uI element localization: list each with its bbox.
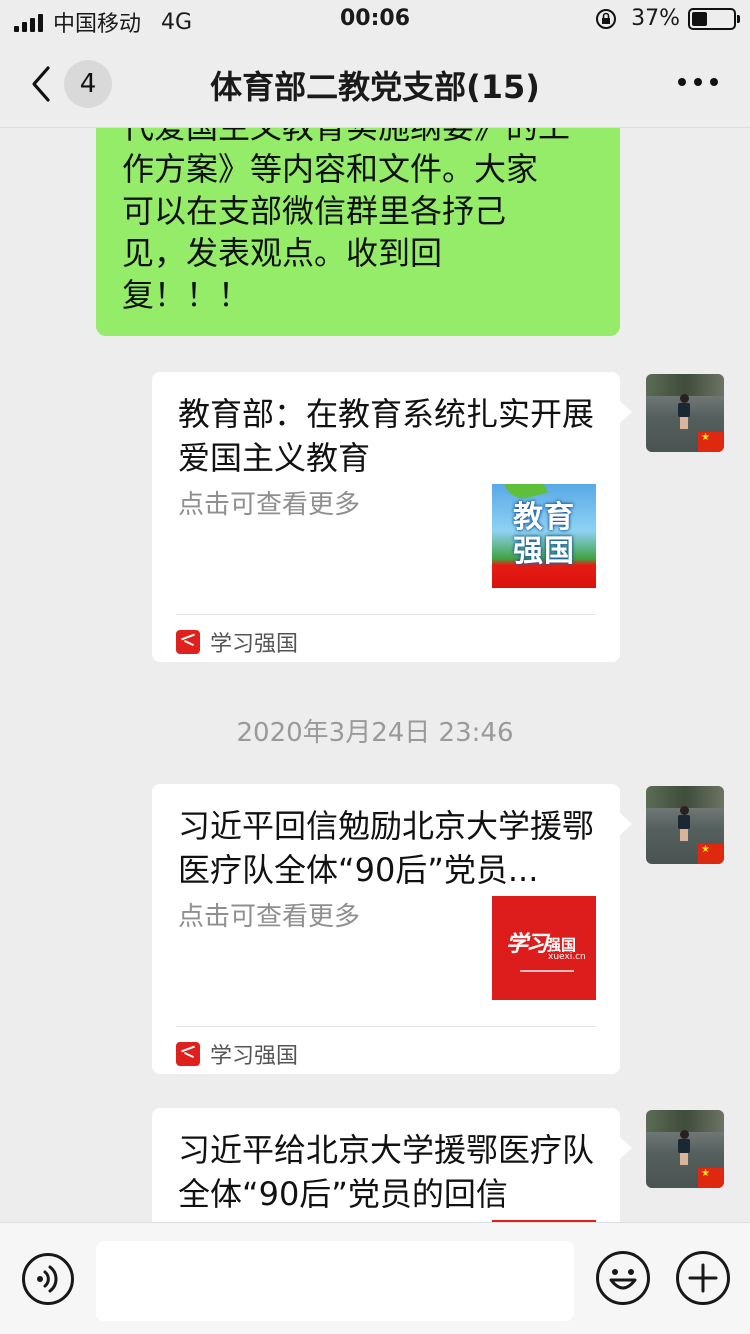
avatar[interactable] <box>646 786 724 864</box>
china-flag-icon <box>698 432 724 452</box>
sent-text-line: 可以在支部微信群里各抒己 <box>122 192 507 230</box>
unread-count-badge[interactable]: 4 <box>64 60 112 108</box>
china-flag-icon <box>698 1168 724 1188</box>
message-timestamp: 2020年3月24日 23:46 <box>236 718 514 748</box>
avatar[interactable] <box>646 1110 724 1188</box>
chat-title: 体育部二教党支部(15) <box>210 68 540 106</box>
sent-text-line: 见，发表观点。收到回 <box>122 234 443 272</box>
sent-text-bubble[interactable]: 代爱国主义教育实施纲要》的工 作方案》等内容和文件。大家 可以在支部微信群里各抒… <box>96 128 620 336</box>
avatar[interactable] <box>646 374 724 452</box>
message-input[interactable] <box>96 1241 574 1321</box>
emoji-button[interactable] <box>596 1251 650 1305</box>
emoji-icon <box>609 1269 637 1290</box>
thumbnail-text: 强国 <box>513 534 575 569</box>
card-description: 点击可查看更多 <box>178 490 361 520</box>
thumbnail-image: 教育 强国 <box>492 484 596 588</box>
xuexi-app-icon <box>176 630 200 654</box>
rotation-lock-icon <box>596 8 617 29</box>
thumbnail-logo-script: 学习 <box>506 932 548 957</box>
battery-icon <box>688 7 740 30</box>
card-title: 习近平给北京大学援鄂医疗队全体“90后”党员的回信 <box>178 1131 595 1213</box>
back-chevron-icon[interactable] <box>28 62 58 106</box>
voice-icon <box>37 1265 58 1293</box>
voice-input-button[interactable] <box>22 1253 74 1305</box>
card-description: 点击可查看更多 <box>178 902 361 932</box>
sent-text: 代爱国主义教育实施纲要》的工 作方案》等内容和文件。大家 可以在支部微信群里各抒… <box>122 128 594 316</box>
chat-screen: 中国移动 4G 00:06 37% 4 体育部二教党支部(15) 作方案》等内容… <box>0 0 750 1334</box>
source-name: 学习强国 <box>210 1044 299 1069</box>
china-flag-icon <box>698 844 724 864</box>
card-thumbnail: 教育 强国 <box>492 484 596 588</box>
card-title: 教育部：在教育系统扎实开展爱国主义教育 <box>178 395 595 477</box>
status-right: 37% <box>595 6 740 31</box>
battery-fill <box>692 11 707 26</box>
input-bar <box>0 1222 750 1334</box>
thumbnail-text: 教育 <box>513 500 575 535</box>
sent-text-line: 复！！！ <box>122 276 251 314</box>
thumbnail-image: 学习 强国 xuexi.cn <box>492 896 596 1000</box>
card-divider <box>176 1026 596 1027</box>
more-icon[interactable] <box>678 78 718 90</box>
sent-text-line: 代爱国主义教育实施纲要》的工 <box>122 128 594 148</box>
more-actions-button[interactable] <box>676 1251 730 1305</box>
card-divider <box>176 614 596 615</box>
thumbnail-logo-url: xuexi.cn <box>548 952 586 962</box>
article-card[interactable]: 教育部：在教育系统扎实开展爱国主义教育 点击可查看更多 教育 强国 学习强国 <box>152 372 632 662</box>
article-card[interactable]: 习近平回信勉励北京大学援鄂医疗队全体“90后”党员... 点击可查看更多 学习 … <box>152 784 632 1074</box>
article-card[interactable]: 习近平给北京大学援鄂医疗队全体“90后”党员的回信 <box>152 1108 632 1222</box>
xuexi-app-icon <box>176 1042 200 1066</box>
status-bar: 中国移动 4G 00:06 37% <box>0 0 750 40</box>
card-thumbnail: 学习 强国 xuexi.cn <box>492 896 596 1000</box>
card-source: 学习强国 <box>176 1038 298 1070</box>
card-source: 学习强国 <box>176 626 298 658</box>
nav-bar: 4 体育部二教党支部(15) <box>0 40 750 128</box>
plus-icon <box>688 1263 718 1293</box>
card-title: 习近平回信勉励北京大学援鄂医疗队全体“90后”党员... <box>178 807 595 889</box>
message-list[interactable]: 代爱国主义教育实施纲要》的工 作方案》等内容和文件。大家 可以在支部微信群里各抒… <box>0 128 750 1222</box>
battery-percent: 37% <box>631 6 680 31</box>
sent-text-line: 作方案》等内容和文件。大家 <box>122 150 539 188</box>
source-name: 学习强国 <box>210 632 299 657</box>
